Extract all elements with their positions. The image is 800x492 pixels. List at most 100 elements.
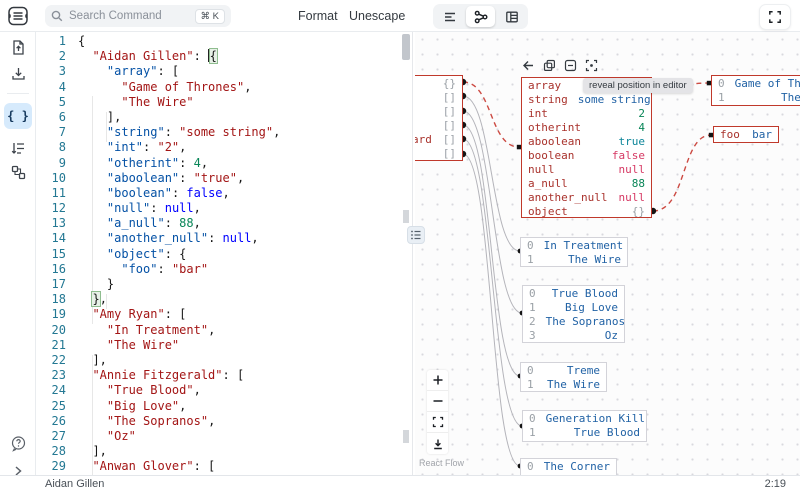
cursor-position: 2:19 (765, 478, 786, 490)
editor-graph-divider (412, 32, 413, 475)
code-line: "otherint": 4, (78, 156, 280, 171)
panel-resize-handle[interactable] (407, 226, 425, 244)
json-view-button-active[interactable]: { } (4, 103, 32, 129)
help-icon (10, 435, 27, 452)
code-line: "another_null": null, (78, 231, 280, 246)
line-number: 25 (36, 399, 66, 414)
array-node[interactable]: 0Game of Thrones1The Wire (711, 75, 800, 106)
code-line: }, (78, 292, 280, 307)
back-button[interactable] (521, 58, 535, 72)
focus-node-button[interactable] (584, 58, 598, 72)
transform-button[interactable] (0, 135, 36, 161)
unescape-button[interactable]: Unescape (349, 0, 405, 32)
code-line: "Aidan Gillen": { (78, 49, 280, 64)
lines-icon (443, 10, 457, 24)
code-line: { (78, 34, 280, 49)
line-number: 26 (36, 414, 66, 429)
editor-scrollbar[interactable] (400, 32, 412, 475)
node-row: otherint4 (522, 120, 651, 134)
code-line: "Game of Thrones", (78, 80, 280, 95)
line-number: 23 (36, 368, 66, 383)
line-number: 24 (36, 383, 66, 398)
node-row: 0In Treatment (521, 238, 627, 252)
foo-bar-node[interactable]: foobar (713, 126, 779, 143)
line-number: 2 (36, 49, 66, 64)
import-file-button[interactable] (0, 34, 36, 60)
graph-canvas[interactable]: Aidan Gillen{}Amy Ryan[]Annie Fitzgerald… (415, 32, 800, 475)
node-row: 1The Wire (521, 377, 606, 391)
node-row: 0True Blood (523, 286, 624, 300)
node-toolbar (521, 58, 598, 72)
line-number: 5 (36, 95, 66, 110)
code-line: "In Treatment", (78, 323, 280, 338)
node-row: abooleantrue (522, 134, 651, 148)
view-editor-lines-button[interactable] (435, 6, 464, 27)
code-line: "The Sopranos", (78, 414, 280, 429)
react-flow-attribution: React Flow (419, 458, 464, 468)
line-number: 22 (36, 353, 66, 368)
anwan-glover-array-node[interactable]: 0Treme1The Wire (520, 362, 607, 392)
view-table-button[interactable] (497, 6, 526, 27)
search-input[interactable]: Search Command ⌘ K (45, 5, 231, 27)
format-button[interactable]: Format (298, 0, 338, 32)
node-row: int2 (522, 106, 651, 120)
line-number: 27 (36, 429, 66, 444)
line-number: 15 (36, 247, 66, 262)
node-row: foobar (714, 127, 778, 141)
alice-farmer-array-node[interactable]: 0The Corner (520, 458, 617, 475)
view-graph-button[interactable] (466, 6, 495, 27)
collapse-node-button[interactable] (563, 58, 577, 72)
line-number: 20 (36, 323, 66, 338)
overview-ruler-mark (403, 430, 409, 443)
download-button[interactable] (0, 60, 36, 86)
copy-node-button[interactable] (542, 58, 556, 72)
code-line: ], (78, 353, 280, 368)
code-line: "Big Love", (78, 399, 280, 414)
node-row: Anwan Glover[] (415, 118, 462, 132)
line-number: 28 (36, 444, 66, 459)
line-number: 16 (36, 262, 66, 277)
fullscreen-icon (768, 10, 782, 24)
line-number: 21 (36, 338, 66, 353)
line-number: 1 (36, 34, 66, 49)
selected-object-node[interactable]: arraystringsome stringint2otherint4abool… (521, 77, 652, 218)
node-links-button[interactable] (0, 159, 36, 185)
code-line: "int": "2", (78, 140, 280, 155)
line-number: 29 (36, 459, 66, 474)
code-line: "a_null": 88, (78, 216, 280, 231)
code-line: "True Blood", (78, 383, 280, 398)
help-button[interactable] (0, 430, 36, 456)
fit-view-button[interactable] (427, 412, 448, 433)
status-bar: Aidan Gillen 2:19 (0, 475, 800, 492)
zoom-out-button[interactable] (427, 391, 448, 412)
node-row: stringsome string (522, 92, 651, 106)
alexander-skarsgard-array-node[interactable]: 0Generation Kill1True Blood (522, 410, 647, 442)
node-row: Amy Ryan[] (415, 90, 462, 104)
json-braces-icon: { } (7, 109, 29, 123)
scrollbar-thumb[interactable] (402, 34, 410, 60)
code-content[interactable]: { "Aidan Gillen": { "array": [ "Game of … (78, 34, 280, 474)
amy-ryan-array-node[interactable]: 0In Treatment1The Wire (520, 237, 628, 267)
app-logo-icon[interactable] (7, 5, 29, 27)
root-object-node[interactable]: Aidan Gillen{}Amy Ryan[]Annie Fitzgerald… (415, 75, 463, 161)
fullscreen-button[interactable] (759, 4, 791, 30)
fit-view-icon (432, 416, 444, 428)
line-number: 14 (36, 231, 66, 246)
minus-square-icon (564, 59, 577, 72)
code-line: } (78, 277, 280, 292)
line-number: 8 (36, 140, 66, 155)
view-toggle (433, 4, 528, 29)
node-row: 2The Sopranos (523, 314, 624, 328)
download-image-button[interactable] (427, 433, 448, 454)
zoom-in-button[interactable] (427, 370, 448, 391)
node-row: a_null88 (522, 177, 651, 191)
node-row: 0Game of Thrones (712, 76, 800, 90)
line-number-gutter: 1234567891011121314151617181920212223242… (36, 34, 66, 474)
import-file-icon (10, 39, 27, 56)
annie-fitzgerald-array-node[interactable]: 0True Blood1Big Love2The Sopranos3Oz (522, 285, 625, 343)
table-icon (505, 10, 519, 24)
code-line: "aboolean": "true", (78, 171, 280, 186)
json-code-editor[interactable]: 1234567891011121314151617181920212223242… (36, 32, 413, 475)
node-row: Annie Fitzgerald[] (415, 104, 462, 118)
line-number: 19 (36, 307, 66, 322)
